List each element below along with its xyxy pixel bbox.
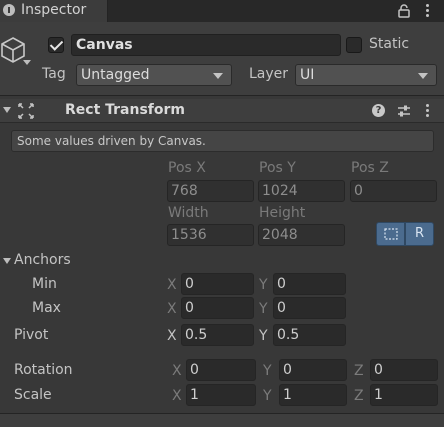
component-menu-icon[interactable] bbox=[425, 103, 431, 119]
rect-transform-header[interactable]: Rect Transform ? bbox=[0, 99, 444, 123]
chevron-down-icon bbox=[418, 73, 428, 79]
pivot-y-field[interactable]: 0.5 bbox=[273, 324, 346, 346]
rect-transform-icon bbox=[18, 103, 34, 119]
axis-y-label: Y bbox=[263, 363, 272, 379]
pivot-x-field[interactable]: 0.5 bbox=[181, 324, 254, 346]
icon-picker-arrow-icon[interactable] bbox=[23, 60, 31, 65]
axis-x-label: X bbox=[167, 301, 177, 317]
chevron-down-icon bbox=[213, 73, 223, 79]
scale-label[interactable]: Scale bbox=[14, 387, 52, 403]
blueprint-mode-icon bbox=[384, 228, 398, 240]
axis-x-label: X bbox=[167, 277, 177, 293]
active-checkbox[interactable] bbox=[48, 37, 64, 53]
lock-icon[interactable] bbox=[398, 4, 410, 18]
pos-z-field[interactable]: 0 bbox=[350, 180, 437, 202]
foldout-arrow-icon[interactable] bbox=[3, 107, 11, 113]
axis-x-label: X bbox=[172, 388, 182, 404]
axis-y-label: Y bbox=[259, 277, 268, 293]
anchor-min-x-field[interactable]: 0 bbox=[181, 273, 254, 295]
axis-x-label: X bbox=[172, 363, 182, 379]
axis-y-label: Y bbox=[263, 388, 272, 404]
tag-value: Untagged bbox=[81, 67, 150, 83]
height-header: Height bbox=[259, 205, 306, 221]
driven-values-note: Some values driven by Canvas. bbox=[11, 130, 434, 152]
tag-dropdown[interactable]: Untagged bbox=[76, 64, 232, 86]
pos-z-header: Pos Z bbox=[351, 160, 389, 176]
anchors-label[interactable]: Anchors bbox=[14, 252, 71, 268]
kebab-menu-icon[interactable] bbox=[425, 3, 431, 19]
scale-x-field[interactable]: 1 bbox=[186, 384, 256, 406]
tab-bar: Inspector bbox=[0, 0, 444, 22]
anchor-max-y-field[interactable]: 0 bbox=[273, 297, 346, 319]
axis-y-label: Y bbox=[259, 328, 268, 344]
axis-z-label: Z bbox=[354, 363, 364, 379]
anchor-max-x-field[interactable]: 0 bbox=[181, 297, 254, 319]
axis-z-label: Z bbox=[354, 388, 364, 404]
anchor-min-y-field[interactable]: 0 bbox=[273, 273, 346, 295]
name-field[interactable]: Canvas bbox=[71, 34, 341, 56]
scale-y-field[interactable]: 1 bbox=[279, 384, 347, 406]
layer-value: UI bbox=[300, 67, 315, 83]
width-field[interactable]: 1536 bbox=[167, 224, 254, 246]
rotation-y-field[interactable]: 0 bbox=[279, 359, 347, 381]
tab-inspector[interactable]: Inspector bbox=[0, 0, 108, 22]
scale-z-field[interactable]: 1 bbox=[370, 384, 438, 406]
anchors-foldout-icon[interactable] bbox=[3, 258, 11, 264]
layer-dropdown[interactable]: UI bbox=[295, 64, 437, 86]
pos-y-header: Pos Y bbox=[259, 160, 296, 176]
tab-label: Inspector bbox=[21, 2, 87, 18]
help-icon[interactable]: ? bbox=[372, 104, 385, 117]
rotation-z-field[interactable]: 0 bbox=[370, 359, 438, 381]
pos-x-field[interactable]: 768 bbox=[167, 180, 254, 202]
next-component-header[interactable] bbox=[0, 413, 444, 427]
component-title: Rect Transform bbox=[65, 102, 186, 118]
pos-x-header: Pos X bbox=[168, 160, 206, 176]
blueprint-mode-button[interactable] bbox=[376, 222, 405, 246]
raw-edit-button[interactable]: R bbox=[405, 222, 434, 246]
rotation-label[interactable]: Rotation bbox=[14, 362, 73, 378]
info-icon bbox=[3, 4, 15, 16]
pos-y-field[interactable]: 1024 bbox=[258, 180, 345, 202]
anchor-max-label: Max bbox=[32, 300, 61, 316]
static-checkbox[interactable] bbox=[346, 37, 362, 53]
rotation-x-field[interactable]: 0 bbox=[186, 359, 256, 381]
settings-sliders-icon[interactable] bbox=[397, 104, 411, 118]
layer-label: Layer bbox=[249, 66, 289, 82]
anchor-min-label: Min bbox=[32, 276, 57, 292]
tag-label: Tag bbox=[42, 66, 66, 82]
static-label: Static bbox=[369, 36, 410, 52]
height-field[interactable]: 2048 bbox=[258, 224, 345, 246]
axis-x-label: X bbox=[167, 328, 177, 344]
pivot-label[interactable]: Pivot bbox=[14, 327, 48, 343]
axis-y-label: Y bbox=[259, 301, 268, 317]
width-header: Width bbox=[168, 205, 209, 221]
